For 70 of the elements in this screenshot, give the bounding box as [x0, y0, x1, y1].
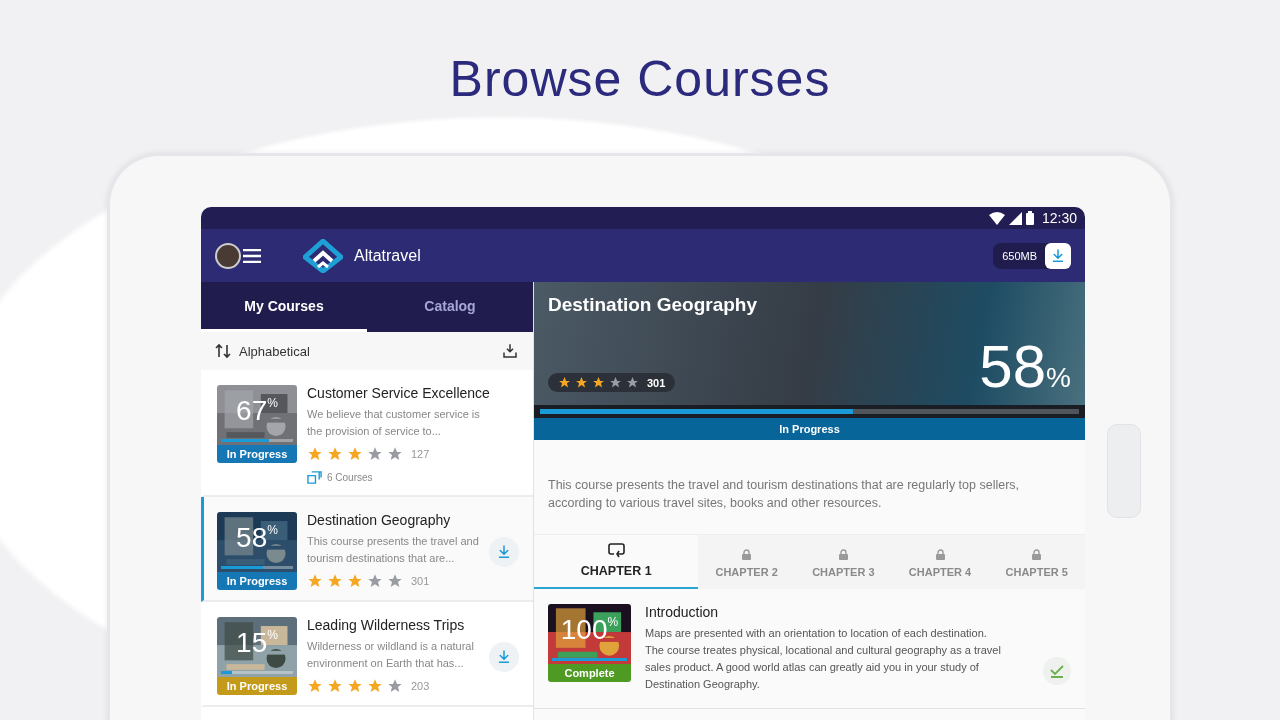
course-title: Destination Geography — [307, 512, 452, 528]
star-icon — [367, 678, 383, 694]
course-card[interactable]: 15$^{%}$ In Progress Leading Wilderness Trips Wilderness or wildland is a natural environment on Earth that has... 203 — [201, 602, 533, 707]
percentage: 58$^{%}$ — [235, 524, 279, 552]
menu-icon[interactable] — [243, 248, 261, 263]
status-label: In Progress — [217, 572, 297, 590]
star-icon — [558, 376, 571, 389]
status-label: In Progress — [217, 677, 297, 695]
download-all-icon[interactable] — [501, 342, 519, 360]
rating-count: 203 — [411, 680, 430, 692]
star-icon — [387, 446, 403, 462]
star-icon — [347, 678, 363, 694]
chapter-tab[interactable]: CHAPTER 1 — [534, 535, 699, 589]
lock-icon — [935, 549, 945, 560]
percentage: 15$^{%}$ — [235, 629, 279, 657]
sort-option[interactable]: Alphabetical — [239, 343, 310, 359]
rating-count: 301 — [647, 376, 666, 389]
tab[interactable]: Catalog — [367, 282, 533, 332]
page-title: Browse Courses — [448, 50, 832, 109]
star-icon — [387, 678, 403, 694]
status-label: Complete — [548, 664, 631, 682]
star-icon — [347, 573, 363, 589]
star-icon — [626, 376, 639, 389]
signal-icon — [1008, 211, 1022, 225]
star-icon — [307, 678, 323, 694]
star-icon — [592, 376, 605, 389]
lock-icon — [1032, 549, 1042, 560]
storage-size: 650MB — [1002, 249, 1037, 262]
wifi-icon — [988, 211, 1005, 225]
course-count: 6 Courses — [327, 472, 373, 483]
star-icon — [367, 573, 383, 589]
star-icon — [327, 446, 343, 462]
rating-count: 301 — [411, 575, 430, 587]
lock-icon — [742, 549, 752, 560]
check-icon — [1049, 664, 1065, 678]
clock-time: 12:30 — [1041, 210, 1077, 226]
percentage: 58 — [979, 333, 1047, 400]
star-icon — [307, 446, 323, 462]
status-label: In Progress — [534, 418, 1085, 440]
sort-icon — [215, 343, 231, 359]
star-icon — [367, 446, 383, 462]
percentage: 100$^{%}$ — [559, 616, 620, 644]
rating-count: 127 — [411, 448, 430, 460]
star-icon — [347, 446, 363, 462]
status-label: In Progress — [217, 445, 297, 463]
battery-icon — [1025, 211, 1034, 225]
percentage: 67$^{%}$ — [235, 397, 279, 425]
course-description: This course presents the travel and tourism destinations that are regularly top sellers, according to various travel sites, books and other resources. — [548, 477, 1021, 512]
star-icon — [387, 573, 403, 589]
star-icon — [609, 376, 622, 389]
course-description: This course presents the travel and tourism destinations that are... — [307, 534, 480, 566]
repeat-icon — [607, 543, 625, 558]
star-icon — [327, 573, 343, 589]
star-icon — [327, 678, 343, 694]
lesson-description: Maps are presented with an orientation to location of each destination. The course treates physical, locational and cultural geography as a travel sales product. A good world atlas can greatly aid you in your study of Destination Geography. — [645, 626, 1002, 692]
download-button[interactable] — [1045, 242, 1071, 269]
storage-pill[interactable]: 650MB — [993, 242, 1071, 269]
course-description: Wilderness or wildland is a natural environment on Earth that has... — [307, 639, 475, 671]
course-title: Leading Wilderness Trips — [307, 617, 466, 633]
course-title: Destination Geography — [548, 294, 759, 316]
star-icon — [575, 376, 588, 389]
course-card[interactable]: 58$^{%}$ In Progress Destination Geography This course presents the travel and tourism destinations that are... 301 — [201, 497, 533, 602]
brand-name: Altatravel — [354, 246, 421, 265]
course-description: We believe that customer service is the provision of service to... — [307, 407, 481, 439]
lock-icon — [838, 549, 848, 560]
star-icon — [307, 573, 323, 589]
lesson-title: Introduction — [645, 604, 720, 620]
percent-sign: % — [1046, 362, 1071, 393]
logo-icon — [303, 238, 343, 273]
stack-icon — [307, 470, 322, 485]
